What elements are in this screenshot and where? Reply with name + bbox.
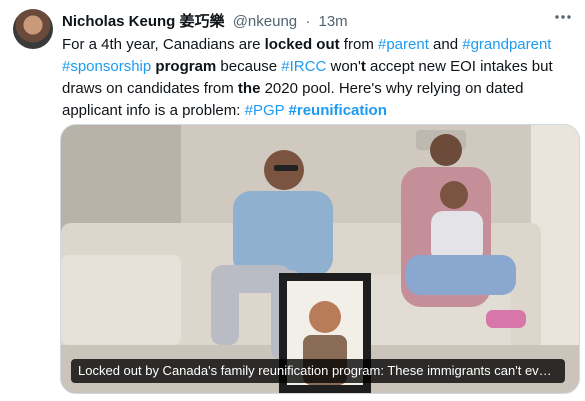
more-dots-icon-svg <box>555 15 571 19</box>
hashtag-link[interactable]: #grandparent <box>462 36 551 53</box>
tweet-text-run: because <box>216 58 282 75</box>
tweet-text-run: from <box>339 36 378 53</box>
link-card[interactable]: Locked out by Canada's family reunificat… <box>60 124 580 394</box>
tweet-text-run: and <box>428 36 463 53</box>
tweet-text: For a 4th year, Canadians are locked out… <box>62 34 572 122</box>
tweet-text-run: For a 4th year, Canadians are <box>62 36 265 53</box>
tweet[interactable]: Nicholas Keung 姜巧樂 @nkeung · 13m For a 4… <box>0 0 585 401</box>
more-dots-icon[interactable] <box>551 10 575 30</box>
tweet-text-bold: program <box>155 58 217 75</box>
separator: · <box>305 13 311 30</box>
author-name[interactable]: Nicholas Keung 姜巧樂 <box>62 13 225 30</box>
author-avatar[interactable] <box>13 9 53 49</box>
card-image <box>61 125 579 393</box>
tweet-header: Nicholas Keung 姜巧樂 @nkeung · 13m <box>62 10 348 31</box>
tweet-time[interactable]: 13m <box>319 13 348 30</box>
tweet-text-bold: the <box>237 80 261 97</box>
hashtag-link[interactable]: #PGP <box>245 102 285 119</box>
author-handle[interactable]: @nkeung <box>233 13 297 30</box>
tweet-text-bold: locked out <box>264 36 340 53</box>
hashtag-link[interactable]: #parent <box>378 36 429 53</box>
hashtag-link[interactable]: #sponsorship <box>62 58 151 75</box>
card-caption: Locked out by Canada's family reunificat… <box>71 359 565 383</box>
tweet-text-run: won' <box>326 58 361 75</box>
hashtag-link[interactable]: #IRCC <box>281 58 326 75</box>
hashtag-link[interactable]: #reunification <box>289 102 387 119</box>
